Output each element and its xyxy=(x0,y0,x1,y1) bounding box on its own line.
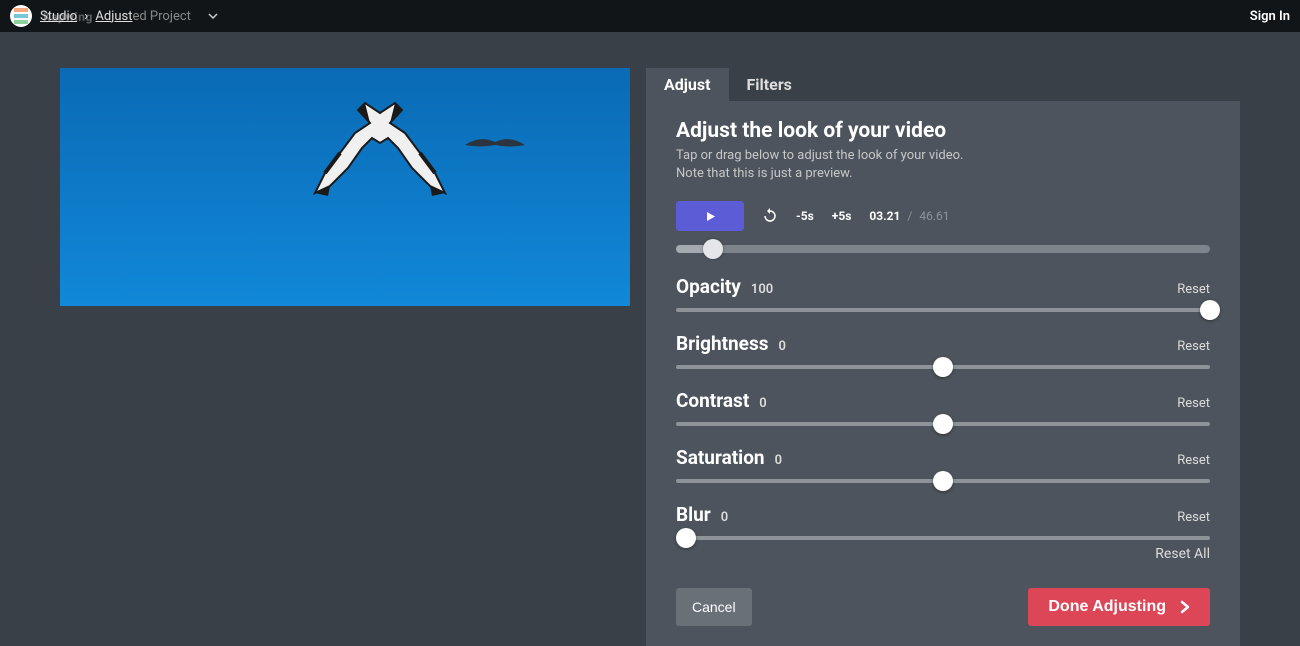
breadcrumb-project-suffix: ed Project xyxy=(132,9,190,24)
time-current: 03.21 xyxy=(869,209,900,223)
tab-adjust[interactable]: Adjust xyxy=(646,68,729,101)
slider-value: 0 xyxy=(721,510,728,525)
slider-track[interactable] xyxy=(676,365,1210,369)
panel-title: Adjust the look of your video xyxy=(676,119,1210,143)
footer-buttons: Cancel Done Adjusting xyxy=(676,570,1210,626)
slider-contrast: Contrast 0 Reset xyxy=(676,389,1210,426)
playback-controls: -5s +5s 03.21 / 46.61 xyxy=(676,201,1210,231)
slider-thumb[interactable] xyxy=(1200,300,1220,320)
slider-value: 0 xyxy=(775,453,782,468)
topbar: Studio › Adjusted Project Kapwing Sign I… xyxy=(0,0,1300,32)
progress-thumb[interactable] xyxy=(703,239,723,259)
slider-value: 0 xyxy=(778,339,785,354)
done-button-label: Done Adjusting xyxy=(1048,598,1166,616)
play-button[interactable] xyxy=(676,201,744,231)
sliders-section: Opacity 100 Reset Brightness 0 Reset Contr… xyxy=(676,275,1210,552)
chevron-down-icon[interactable] xyxy=(207,7,219,26)
slider-track[interactable] xyxy=(676,479,1210,483)
slider-thumb[interactable] xyxy=(933,471,953,491)
replay-icon xyxy=(762,208,778,224)
slider-reset[interactable]: Reset xyxy=(1177,510,1210,525)
slider-reset[interactable]: Reset xyxy=(1177,396,1210,411)
playback-progress[interactable] xyxy=(676,245,1210,253)
tabs: Adjust Filters xyxy=(646,68,1240,101)
slider-thumb[interactable] xyxy=(933,414,953,434)
chevron-right-icon xyxy=(1180,600,1190,614)
slider-label: Saturation xyxy=(676,446,765,469)
slider-reset[interactable]: Reset xyxy=(1177,339,1210,354)
bird-small-graphic xyxy=(460,130,530,160)
slider-label: Brightness xyxy=(676,332,768,355)
slider-saturation: Saturation 0 Reset xyxy=(676,446,1210,483)
video-preview[interactable] xyxy=(60,68,630,306)
slider-thumb[interactable] xyxy=(676,528,696,548)
adjust-panel: Adjust the look of your video Tap or dra… xyxy=(646,101,1240,646)
tab-filters[interactable]: Filters xyxy=(729,68,810,101)
slider-track[interactable] xyxy=(676,422,1210,426)
slider-reset[interactable]: Reset xyxy=(1177,453,1210,468)
time-total: 46.61 xyxy=(919,209,949,223)
logo-icon[interactable] xyxy=(10,5,32,27)
panel-subtitle-2: Note that this is just a preview. xyxy=(676,165,1210,183)
time-separator: / xyxy=(907,209,912,223)
done-adjusting-button[interactable]: Done Adjusting xyxy=(1028,588,1210,626)
seek-back-5s[interactable]: -5s xyxy=(796,209,814,223)
replay-button[interactable] xyxy=(762,208,778,224)
topbar-left: Studio › Adjusted Project Kapwing xyxy=(10,5,219,27)
cancel-button[interactable]: Cancel xyxy=(676,588,752,626)
play-icon xyxy=(705,211,716,222)
brand-watermark: Kapwing xyxy=(43,10,93,24)
slider-label: Blur xyxy=(676,503,711,526)
slider-thumb[interactable] xyxy=(933,357,953,377)
slider-brightness: Brightness 0 Reset xyxy=(676,332,1210,369)
slider-value: 0 xyxy=(759,396,766,411)
slider-track[interactable] xyxy=(676,308,1210,312)
panel-column: Adjust Filters Adjust the look of your v… xyxy=(646,68,1240,646)
slider-blur: Blur 0 Reset xyxy=(676,503,1210,540)
panel-subtitle-1: Tap or drag below to adjust the look of … xyxy=(676,147,1210,165)
time-display: 03.21 / 46.61 xyxy=(869,209,949,223)
main: Adjust Filters Adjust the look of your v… xyxy=(0,32,1300,646)
slider-label: Contrast xyxy=(676,389,749,412)
breadcrumb[interactable]: Studio › Adjusted Project Kapwing xyxy=(40,9,191,24)
slider-track[interactable] xyxy=(676,536,1210,540)
sign-in-link[interactable]: Sign In xyxy=(1250,9,1290,24)
slider-opacity: Opacity 100 Reset xyxy=(676,275,1210,312)
slider-value: 100 xyxy=(751,282,773,297)
preview-column xyxy=(60,68,630,646)
slider-reset[interactable]: Reset xyxy=(1177,282,1210,297)
reset-all-link[interactable]: Reset All xyxy=(676,546,1210,562)
bird-large-graphic xyxy=(310,98,450,208)
seek-forward-5s[interactable]: +5s xyxy=(832,209,852,223)
slider-label: Opacity xyxy=(676,275,741,298)
breadcrumb-adjust[interactable]: Adjust xyxy=(95,9,132,24)
